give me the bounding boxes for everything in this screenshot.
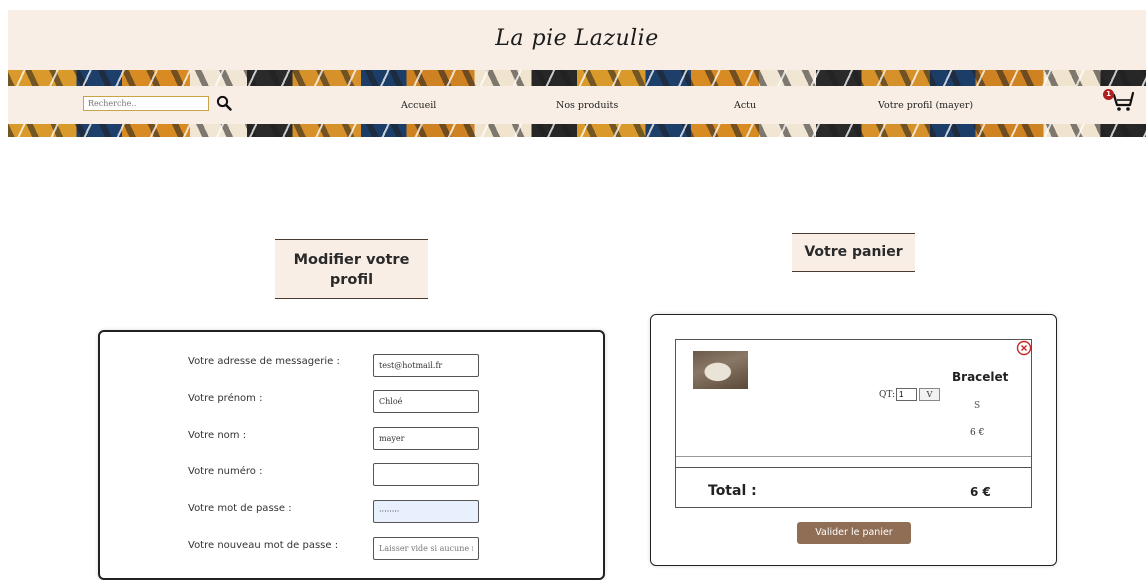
first-name-label: Votre prénom : <box>188 393 263 404</box>
search-icon[interactable] <box>216 95 232 111</box>
validate-cart-button[interactable]: Valider le panier <box>797 522 911 544</box>
product-price: 6 € <box>970 428 985 438</box>
site-logo[interactable]: La pie Lazulie <box>8 26 1146 51</box>
email-field[interactable] <box>373 354 479 377</box>
nav-link-produits[interactable]: Nos produits <box>556 100 618 111</box>
profile-form: Votre adresse de messagerie : Votre prén… <box>98 330 605 580</box>
product-name[interactable]: Bracelet <box>952 370 1008 384</box>
product-size: S <box>974 401 981 411</box>
cart-panel: Bracelet QT: V S 6 € Total : 6 € Valider… <box>650 314 1057 566</box>
nav-link-profil[interactable]: Votre profil (mayer) <box>878 100 973 111</box>
quantity-label: QT: <box>879 390 896 400</box>
password-label: Votre mot de passe : <box>188 503 292 514</box>
search-input[interactable] <box>83 96 209 111</box>
last-name-label: Votre nom : <box>188 430 247 441</box>
new-password-label: Votre nouveau mot de passe : <box>188 540 339 551</box>
quantity-validate-button[interactable]: V <box>919 388 940 401</box>
total-label: Total : <box>708 483 757 499</box>
quantity-input[interactable] <box>896 388 917 401</box>
new-password-field[interactable] <box>373 537 479 560</box>
phone-field[interactable] <box>373 463 479 486</box>
wax-print-banner-bottom <box>8 124 1146 137</box>
cart-section-title: Votre panier <box>792 233 915 272</box>
profile-section-title: Modifier votre profil <box>275 239 428 299</box>
last-name-field[interactable] <box>373 427 479 450</box>
nav-link-accueil[interactable]: Accueil <box>401 100 436 111</box>
cart-item-box: Bracelet QT: V S 6 € Total : 6 € <box>675 339 1032 508</box>
email-label: Votre adresse de messagerie : <box>188 356 340 367</box>
remove-item-icon[interactable] <box>1016 340 1032 356</box>
phone-label: Votre numéro : <box>188 466 263 477</box>
site-header: La pie Lazulie Accueil Nos produits Actu… <box>8 10 1146 137</box>
wax-print-banner-top <box>8 70 1146 86</box>
divider <box>676 456 1031 457</box>
nav-link-actu[interactable]: Actu <box>734 100 756 111</box>
total-value: 6 € <box>970 485 991 499</box>
product-image[interactable] <box>693 351 748 389</box>
first-name-field[interactable] <box>373 390 479 413</box>
cart-count-badge: 1 <box>1103 89 1114 100</box>
password-field[interactable] <box>373 500 479 523</box>
main-navigation: Accueil Nos produits Actu Votre profil (… <box>8 87 1146 123</box>
divider <box>676 467 1031 468</box>
